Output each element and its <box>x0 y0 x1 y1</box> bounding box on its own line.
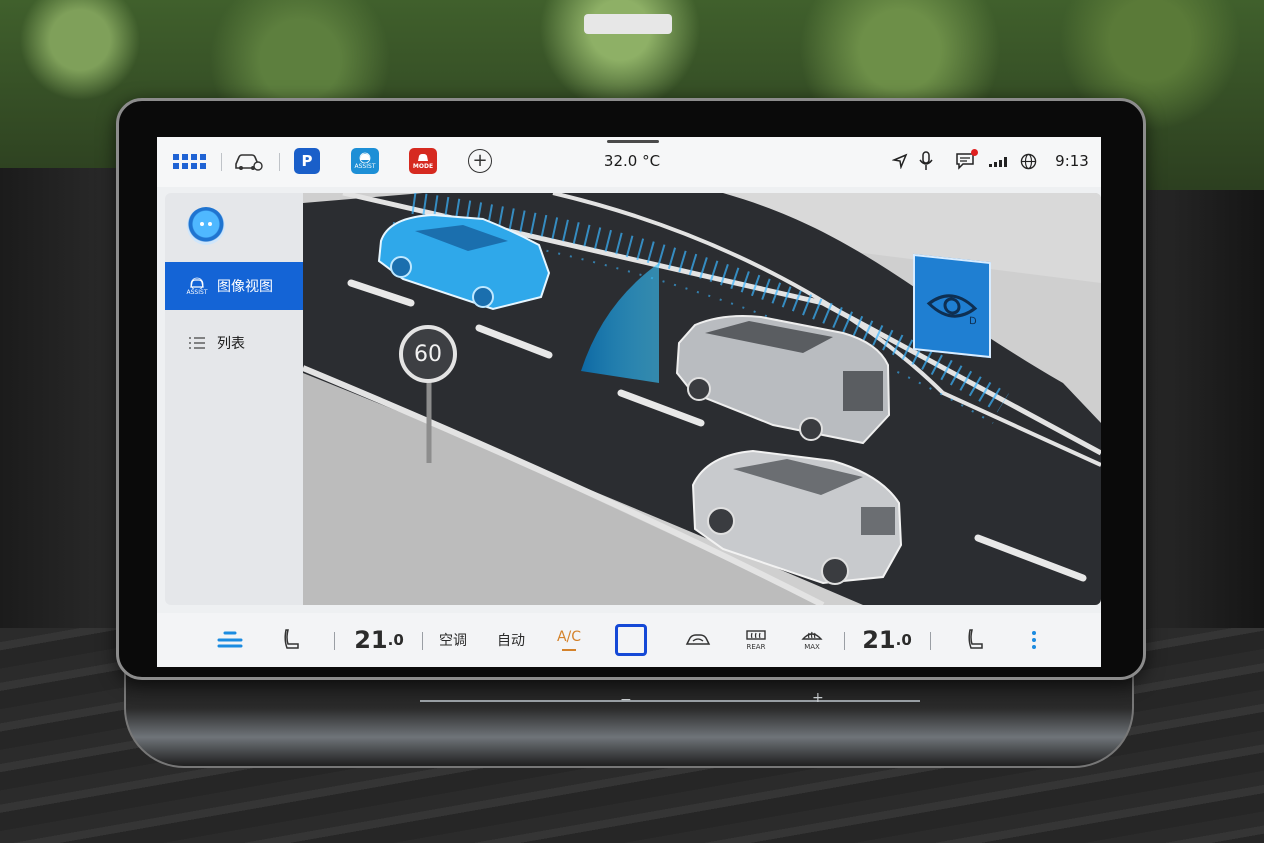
microphone-icon[interactable] <box>915 147 937 175</box>
driver-attention-icon: D <box>913 253 991 359</box>
ac-active-indicator <box>562 649 576 651</box>
globe-icon[interactable] <box>1017 147 1039 175</box>
mode-button-label: MODE <box>412 163 434 170</box>
volume-down-icon[interactable]: − <box>620 692 632 708</box>
rear-defrost-icon <box>746 630 766 640</box>
max-defrost-icon <box>801 631 823 640</box>
dashboard-right-vent <box>1134 190 1264 630</box>
windshield-sensor <box>584 14 672 34</box>
driver-temperature[interactable]: 21.0 <box>353 623 405 657</box>
assist-button[interactable]: ASSIST <box>351 148 379 174</box>
auto-button[interactable]: 自动 <box>493 623 529 657</box>
divider <box>422 632 423 650</box>
divider <box>221 153 222 171</box>
more-options-icon[interactable] <box>1019 623 1049 657</box>
driver-temp-whole: 21 <box>354 626 388 654</box>
rear-defrost-label: REAR <box>746 643 766 651</box>
volume-slider[interactable] <box>420 700 920 702</box>
menu-item-sublabel: ASSIST <box>186 288 208 296</box>
app-grid-icon[interactable] <box>169 147 209 175</box>
sync-square-icon <box>615 624 647 656</box>
divider <box>279 153 280 171</box>
driver-seat-heat-icon[interactable] <box>275 623 309 657</box>
driver-temp-decimal: .0 <box>387 631 404 649</box>
fan-menu-icon[interactable] <box>213 623 247 657</box>
divider <box>930 632 931 650</box>
max-defrost-button[interactable]: MAX <box>795 623 829 657</box>
add-shortcut-button[interactable]: + <box>468 149 492 173</box>
passenger-temp-decimal: .0 <box>895 631 912 649</box>
menu-item-label: 图像视图 <box>217 279 273 295</box>
passenger-seat-heat-icon[interactable] <box>959 623 993 657</box>
status-bar: P ASSIST MODE + 32.0 °C 9:13 <box>157 137 1101 187</box>
signal-strength-icon <box>987 147 1011 175</box>
max-defrost-label: MAX <box>804 643 820 651</box>
passenger-temp-whole: 21 <box>862 626 896 654</box>
pull-down-handle[interactable] <box>607 140 659 143</box>
speed-limit-sign: 60 <box>399 325 457 383</box>
ac-label: A/C <box>556 629 582 645</box>
clock: 9:13 <box>1055 152 1089 170</box>
volume-up-icon[interactable]: + <box>812 690 824 706</box>
ac-button[interactable]: A/C <box>551 623 587 657</box>
assist-button-label: ASSIST <box>354 163 376 170</box>
recirculation-icon[interactable] <box>681 623 715 657</box>
vehicle-settings-icon[interactable] <box>231 147 265 175</box>
assist-car-icon <box>359 152 371 163</box>
drive-mode-button[interactable]: MODE <box>409 148 437 174</box>
road-scene <box>303 193 1101 605</box>
mode-car-icon <box>418 154 428 161</box>
climate-button[interactable]: 空调 <box>435 623 471 657</box>
side-menu: ASSIST 图像视图 列表 <box>165 193 303 605</box>
notification-dot <box>971 149 978 156</box>
driver-assist-view: 60 D <box>303 193 1101 605</box>
touch-slider-panel <box>124 668 1134 768</box>
assist-icon: ASSIST <box>183 277 211 296</box>
passenger-temperature[interactable]: 21.0 <box>861 623 913 657</box>
sync-button[interactable] <box>613 623 649 657</box>
park-assist-button[interactable]: P <box>294 148 320 174</box>
assistant-avatar-icon[interactable] <box>187 207 225 245</box>
divider <box>844 632 845 650</box>
menu-item-list[interactable]: 列表 <box>165 319 303 367</box>
rear-defrost-button[interactable]: REAR <box>739 623 773 657</box>
navigation-arrow-icon[interactable] <box>889 147 911 175</box>
list-icon <box>183 336 211 350</box>
menu-item-image-view[interactable]: ASSIST 图像视图 <box>165 262 303 310</box>
speed-limit-value: 60 <box>414 341 442 367</box>
menu-item-label: 列表 <box>217 336 245 352</box>
svg-text:D: D <box>969 316 977 327</box>
outside-temperature: 32.0 °C <box>603 152 661 170</box>
dashboard-left-vent <box>0 168 130 628</box>
divider <box>334 632 335 650</box>
climate-bar: 21.0 空调 自动 A/C REAR MAX 21.0 <box>157 613 1101 667</box>
infotainment-screen: P ASSIST MODE + 32.0 °C 9:13 ASSIST 图像视图… <box>157 137 1101 667</box>
